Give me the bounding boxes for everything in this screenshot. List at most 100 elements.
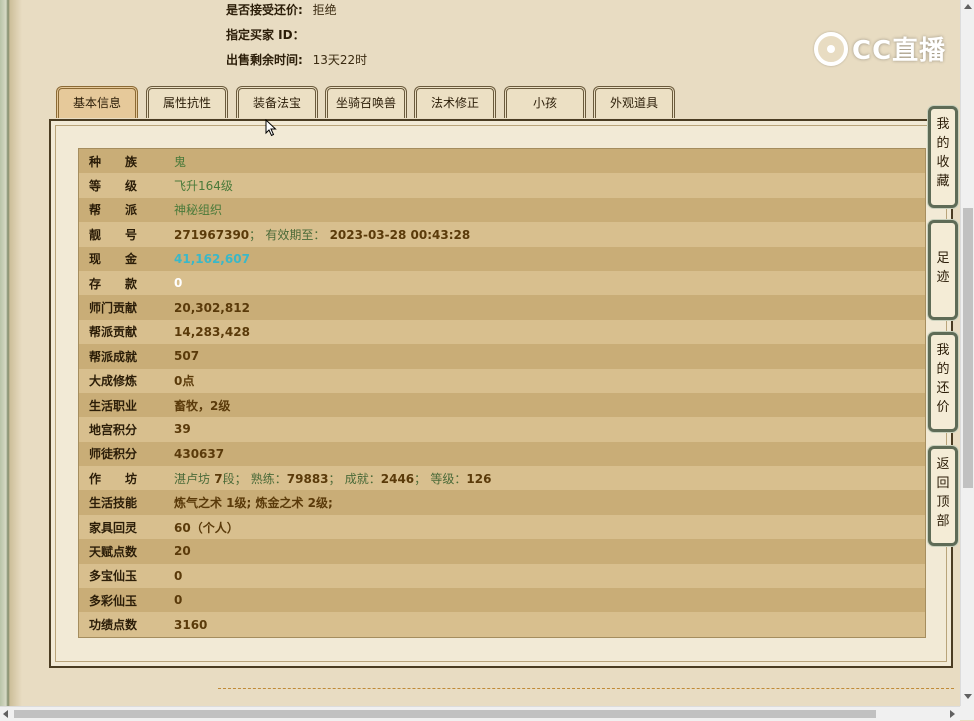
buyer-id-label: 指定买家 ID： <box>226 28 305 42</box>
table-row: 种 族 鬼 <box>78 148 926 174</box>
row-label: 天赋点数 <box>89 544 138 559</box>
tab-spell-correction[interactable]: 法术修正 <box>414 86 496 118</box>
tab-basic-info[interactable]: 基本信息 <box>56 86 138 118</box>
table-row: 师徒积分 430637 <box>78 441 926 467</box>
tab-equipment[interactable]: 装备法宝 <box>236 86 318 118</box>
row-label: 种 族 <box>89 154 138 169</box>
my-favorites-button[interactable]: 我的收藏 <box>928 106 958 208</box>
side-button-label: 我的还价 <box>936 343 950 415</box>
scroll-down-icon[interactable] <box>964 694 972 699</box>
footprint-button[interactable]: 足迹 <box>928 220 958 320</box>
workshop-name: 湛卢坊 <box>174 471 211 486</box>
row-label: 帮派贡献 <box>89 325 138 340</box>
horizontal-scrollbar[interactable] <box>0 706 960 721</box>
talent-points-value: 20 <box>174 544 191 559</box>
row-label: 师门贡献 <box>89 301 138 316</box>
horizontal-scroll-thumb[interactable] <box>14 710 876 718</box>
table-row: 生活职业 畜牧，2级 <box>78 392 926 418</box>
vertical-scrollbar[interactable] <box>960 0 974 706</box>
table-row: 现 金 41,162,607 <box>78 246 926 271</box>
scroll-up-icon[interactable] <box>964 4 972 9</box>
workshop-sep2: ； <box>414 471 427 486</box>
buyer-id-row: 指定买家 ID： <box>226 25 367 50</box>
cultivation-value: 0点 <box>174 374 195 389</box>
furniture-value: 60（个人） <box>174 520 239 535</box>
mouse-cursor-icon <box>265 119 277 137</box>
row-label: 功绩点数 <box>89 618 138 633</box>
mentor-points-value: 430637 <box>174 446 225 461</box>
vanity-number-value: 271967390 <box>174 227 250 242</box>
workshop-skill: 79883 <box>286 471 329 486</box>
table-row: 帮派贡献 14,283,428 <box>78 319 926 345</box>
cc-live-logo: CC直播 <box>814 30 946 67</box>
row-label: 地宫积分 <box>89 422 138 437</box>
cash-value: 41,162,607 <box>174 251 250 266</box>
logo-text: CC直播 <box>852 36 947 66</box>
workshop-achieve-label: 成就： <box>344 471 381 486</box>
table-row: 大成修炼 0点 <box>78 368 926 393</box>
my-counter-offers-button[interactable]: 我的还价 <box>928 332 958 432</box>
tab-mounts-pets[interactable]: 坐骑召唤兽 <box>325 86 407 118</box>
side-button-label: 足迹 <box>936 251 950 285</box>
life-skills-value: 炼气之术 1级; 炼金之术 2级; <box>174 496 333 511</box>
table-row: 存 款 0 <box>78 270 926 296</box>
school-contribution-value: 20,302,812 <box>174 300 250 315</box>
scrollbar-corner <box>960 706 974 720</box>
workshop-achieve: 2446 <box>380 471 415 486</box>
row-label: 师徒积分 <box>89 447 138 462</box>
row-label: 多彩仙玉 <box>89 593 138 608</box>
expire-label: 有效期至： <box>265 227 326 242</box>
table-row: 师门贡献 20,302,812 <box>78 295 926 320</box>
row-label: 多宝仙玉 <box>89 569 138 584</box>
workshop-skill-label: 熟练： <box>250 471 287 486</box>
table-row: 帮 派 神秘组织 <box>78 197 926 223</box>
level-value: 飞升164级 <box>174 179 233 194</box>
workshop-grade-label: 等级： <box>430 471 467 486</box>
workshop-sep1: ； <box>328 471 341 486</box>
dungeon-points-value: 39 <box>174 422 191 437</box>
row-label: 家具回灵 <box>89 520 138 535</box>
vanity-sep: ； <box>249 227 262 242</box>
table-row: 多宝仙玉 0 <box>78 563 926 589</box>
table-row: 天赋点数 20 <box>78 539 926 564</box>
tab-children[interactable]: 小孩 <box>504 86 586 118</box>
scroll-left-icon[interactable] <box>3 710 8 718</box>
table-row: 生活技能 炼气之术 1级; 炼金之术 2级; <box>78 490 926 515</box>
vertical-scroll-thumb[interactable] <box>963 208 973 488</box>
sale-info: 是否接受还价: 拒绝 指定买家 ID： 出售剩余时间: 13天22时 <box>226 0 367 75</box>
workshop-level: 7 <box>214 471 223 486</box>
workshop-grade: 126 <box>466 471 492 486</box>
basic-info-panel: 种 族 鬼 等 级 飞升164级 帮 派 神秘组织 靓 号 271967390；… <box>49 119 953 668</box>
life-job-value: 畜牧，2级 <box>174 398 231 413</box>
accept-counter-label: 是否接受还价: <box>226 3 303 17</box>
table-row: 帮派成就 507 <box>78 344 926 369</box>
guild-achievement-value: 507 <box>174 349 200 364</box>
tab-appearance-items[interactable]: 外观道具 <box>593 86 675 118</box>
expire-value: 2023-03-28 00:43:28 <box>329 227 471 242</box>
workshop-level-unit: 段； <box>222 471 247 486</box>
scroll-right-icon[interactable] <box>950 710 955 718</box>
merit-points-value: 3160 <box>174 617 208 632</box>
guild-value: 神秘组织 <box>174 203 223 218</box>
table-row: 作 坊 湛卢坊 7段； 熟练：79883； 成就：2446； 等级：126 <box>78 466 926 491</box>
left-decorative-border <box>0 0 22 706</box>
time-left-value: 13天22时 <box>312 53 368 67</box>
tab-attributes[interactable]: 属性抗性 <box>146 86 228 118</box>
row-label: 靓 号 <box>89 227 138 242</box>
deposit-value: 0 <box>174 276 183 291</box>
table-row: 家具回灵 60（个人） <box>78 514 926 540</box>
basic-info-table: 种 族 鬼 等 级 飞升164级 帮 派 神秘组织 靓 号 271967390；… <box>78 148 926 638</box>
row-label: 作 坊 <box>89 471 138 486</box>
table-row: 功绩点数 3160 <box>78 612 926 638</box>
accept-counter-row: 是否接受还价: 拒绝 <box>226 0 367 25</box>
back-to-top-button[interactable]: 返回顶部 <box>928 446 958 546</box>
table-row: 地宫积分 39 <box>78 417 926 442</box>
row-label: 帮派成就 <box>89 349 138 364</box>
duocai-jade-value: 0 <box>174 593 183 608</box>
time-left-row: 出售剩余时间: 13天22时 <box>226 50 367 75</box>
row-label: 现 金 <box>89 252 138 267</box>
side-button-label: 返回顶部 <box>936 457 950 529</box>
race-value: 鬼 <box>174 154 187 169</box>
table-row: 靓 号 271967390； 有效期至： 2023-03-28 00:43:28 <box>78 222 926 247</box>
guild-contribution-value: 14,283,428 <box>174 324 250 339</box>
